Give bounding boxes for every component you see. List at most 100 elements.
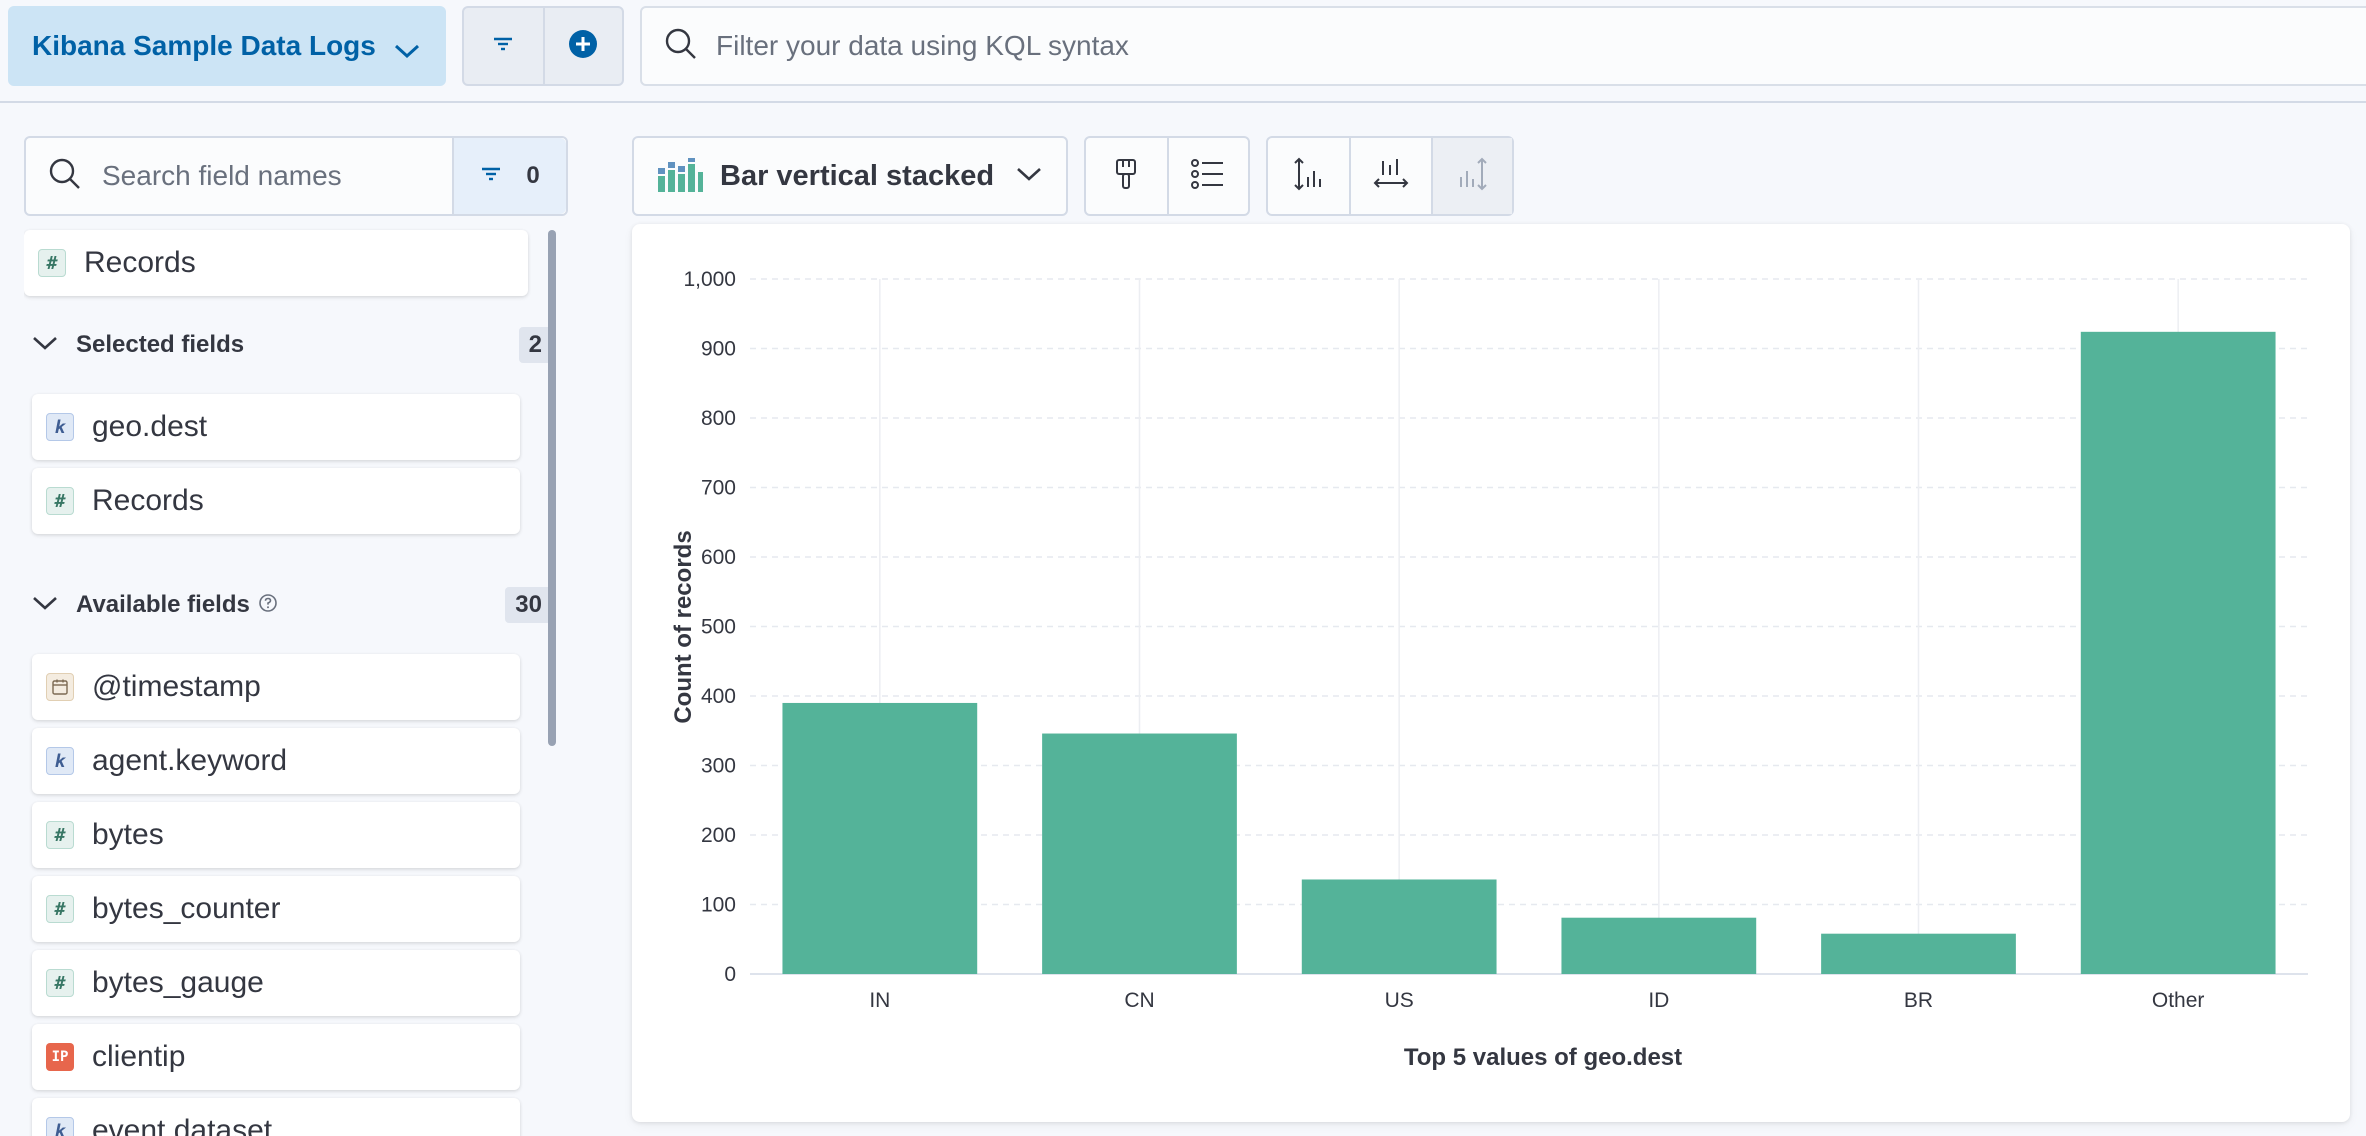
section-title: Available fields: [76, 591, 250, 618]
visual-options-button[interactable]: [1086, 138, 1167, 214]
plus-circle-icon: [567, 28, 599, 65]
left-axis-icon: [1293, 157, 1325, 196]
filter-icon: [492, 36, 514, 57]
available-fields-header[interactable]: Available fields 30: [32, 580, 552, 630]
field-name: bytes: [92, 818, 164, 851]
y-tick-label: 800: [701, 407, 736, 430]
field-item-records[interactable]: # Records: [32, 468, 520, 534]
chevron-down-icon: [394, 34, 420, 66]
filter-options-button[interactable]: [464, 8, 543, 84]
selected-count-badge: 2: [518, 327, 552, 363]
x-tick-label: CN: [1124, 989, 1154, 1012]
top-bar: Kibana Sample Data Logs Filter your data…: [0, 0, 2366, 103]
x-tick-label: Other: [2152, 989, 2205, 1012]
filter-icon: [480, 166, 502, 187]
filter-count-badge: 0: [526, 162, 540, 189]
field-name: @timestamp: [92, 670, 261, 703]
right-axis-icon: [1456, 157, 1488, 196]
x-tick-label: BR: [1904, 989, 1933, 1012]
chevron-down-icon: [32, 595, 58, 616]
add-filter-button[interactable]: [542, 8, 622, 84]
question-circle-icon[interactable]: [258, 593, 278, 618]
y-tick-label: 0: [724, 963, 736, 986]
x-tick-label: US: [1385, 989, 1414, 1012]
bar-cn[interactable]: [1042, 733, 1237, 974]
field-name: bytes_gauge: [92, 966, 264, 999]
search-icon: [664, 27, 698, 66]
kql-placeholder: Filter your data using KQL syntax: [716, 30, 1129, 61]
style-legend-group: [1084, 136, 1250, 216]
bar-in[interactable]: [782, 702, 978, 974]
search-icon: [48, 157, 82, 196]
bar-other[interactable]: [2080, 331, 2276, 974]
field-item-records-top[interactable]: # Records: [24, 230, 528, 296]
y-tick-label: 600: [701, 546, 736, 569]
legend-icon: [1191, 158, 1225, 194]
y-tick-label: 500: [701, 616, 736, 639]
field-list: # Records Selected fields 2 k geo.dest #…: [24, 226, 554, 1136]
bar-stacked-icon: [656, 156, 704, 197]
x-tick-label: IN: [869, 989, 890, 1012]
x-tick-label: ID: [1648, 989, 1669, 1012]
number-type-icon: #: [46, 487, 74, 515]
y-tick-label: 300: [701, 755, 736, 778]
chart-panel: 0 100 200 300 400 500 600 700 800 900 1,000 IN CN US I…: [632, 224, 2350, 1122]
field-item-bytes-gauge[interactable]: # bytes_gauge: [32, 950, 520, 1016]
field-item-bytes[interactable]: # bytes: [32, 802, 520, 868]
section-title: Selected fields: [76, 331, 245, 358]
selected-fields-header[interactable]: Selected fields 2: [32, 320, 552, 370]
number-type-icon: #: [46, 969, 74, 997]
bar-br[interactable]: [1821, 933, 2016, 974]
right-axis-button[interactable]: [1430, 138, 1513, 214]
y-axis-title: Count of records: [670, 530, 697, 723]
ip-type-icon: IP: [46, 1043, 74, 1071]
chart-type-label: Bar vertical stacked: [720, 159, 995, 192]
bar-chart: 0 100 200 300 400 500 600 700 800 900 1,000 IN CN US I…: [670, 268, 2308, 1071]
field-search-input[interactable]: Search field names 0: [24, 136, 568, 216]
field-name: agent.keyword: [92, 744, 288, 777]
keyword-type-icon: k: [46, 413, 74, 441]
number-type-icon: #: [46, 895, 74, 923]
y-tick-label: 200: [701, 824, 736, 847]
field-item-event-dataset[interactable]: k event.dataset: [32, 1098, 520, 1136]
y-tick-label: 1,000: [683, 268, 736, 291]
axis-options-group: [1266, 136, 1514, 216]
available-count-badge: 30: [505, 587, 552, 623]
data-view-picker[interactable]: Kibana Sample Data Logs: [8, 6, 446, 86]
number-type-icon: #: [46, 821, 74, 849]
calendar-type-icon: [46, 673, 74, 701]
field-item-geo-dest[interactable]: k geo.dest: [32, 394, 520, 460]
kql-search-input[interactable]: Filter your data using KQL syntax: [640, 6, 2366, 86]
query-actions-group: [462, 6, 624, 86]
field-name: Records: [92, 484, 204, 517]
bar-id[interactable]: [1561, 917, 1757, 974]
field-item-timestamp[interactable]: @timestamp: [32, 654, 520, 720]
bottom-axis-icon: [1373, 157, 1409, 196]
legend-options-button[interactable]: [1166, 138, 1248, 214]
field-search-placeholder: Search field names: [102, 160, 342, 191]
chevron-down-icon: [1016, 166, 1042, 187]
data-view-label: Kibana Sample Data Logs: [32, 30, 376, 61]
field-item-agent-keyword[interactable]: k agent.keyword: [32, 728, 520, 794]
field-item-clientip[interactable]: IP clientip: [32, 1024, 520, 1090]
left-axis-button[interactable]: [1268, 138, 1349, 214]
field-list-scrollbar[interactable]: [548, 230, 556, 746]
y-tick-label: 100: [701, 894, 736, 917]
y-tick-label: 400: [701, 685, 736, 708]
field-name: bytes_counter: [92, 892, 281, 925]
y-tick-label: 700: [701, 477, 736, 500]
chevron-down-icon: [32, 335, 58, 356]
field-name: clientip: [92, 1040, 186, 1073]
number-type-icon: #: [38, 249, 66, 277]
paintbrush-icon: [1113, 157, 1139, 196]
keyword-type-icon: k: [46, 747, 74, 775]
field-item-bytes-counter[interactable]: # bytes_counter: [32, 876, 520, 942]
field-type-filter-button[interactable]: 0: [452, 138, 566, 214]
y-tick-label: 900: [701, 338, 736, 361]
x-axis-title: Top 5 values of geo.dest: [1404, 1044, 1682, 1071]
chart-type-picker[interactable]: Bar vertical stacked: [632, 136, 1068, 216]
field-name: Records: [84, 246, 196, 279]
bar-us[interactable]: [1301, 879, 1497, 974]
keyword-type-icon: k: [46, 1117, 74, 1136]
bottom-axis-button[interactable]: [1349, 138, 1430, 214]
